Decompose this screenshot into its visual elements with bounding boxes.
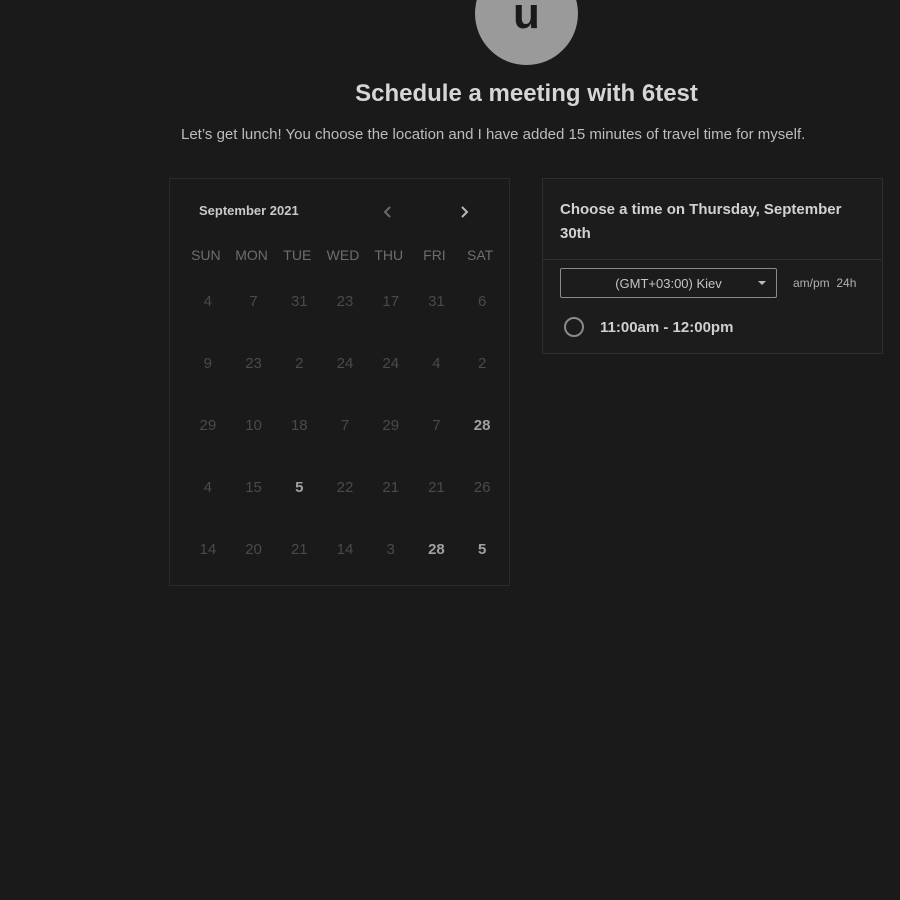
- calendar-day: 7: [340, 417, 350, 434]
- weekday-label: MON: [235, 247, 268, 263]
- calendar-day: 2: [477, 355, 487, 372]
- calendar-day: 21: [382, 479, 400, 496]
- calendar-day: 10: [245, 417, 262, 434]
- calendar-day: 21: [428, 479, 445, 496]
- avatar: u: [475, 0, 578, 65]
- calendar-day: 3: [386, 541, 395, 558]
- time-slot[interactable]: 11:00am - 12:00pm: [564, 317, 733, 337]
- timezone-select[interactable]: (GMT+03:00) Kiev: [560, 268, 777, 298]
- calendar-day: 29: [199, 417, 217, 434]
- calendar-day: 14: [336, 541, 354, 558]
- calendar-day: 14: [199, 541, 217, 558]
- calendar-day: 23: [245, 355, 262, 372]
- calendar-day: 4: [203, 479, 213, 496]
- calendar-day: 17: [382, 293, 400, 310]
- calendar-day: 7: [249, 293, 258, 310]
- calendar-day[interactable]: 5: [276, 477, 322, 539]
- calendar-day: 9: [203, 355, 213, 372]
- radio-button[interactable]: [564, 317, 584, 337]
- calendar-edge-mark: [509, 282, 510, 304]
- calendar-day: 20: [245, 541, 262, 558]
- format-24h-option[interactable]: 24h: [836, 276, 856, 290]
- calendar-day: 29: [382, 417, 400, 434]
- avatar-letter: u: [513, 0, 540, 38]
- time-format-toggle: am/pm 24h: [793, 276, 856, 290]
- calendar-edge-mark: [509, 511, 510, 533]
- calendar-edge-mark: [509, 451, 510, 473]
- chevron-right-icon[interactable]: [453, 201, 475, 223]
- calendar-day: 26: [473, 479, 491, 496]
- calendar-day: 22: [336, 479, 354, 496]
- weekday-label: THU: [374, 247, 404, 263]
- calendar-day: 7: [432, 417, 441, 434]
- scheduling-page: u Schedule a meeting with 6test Let’s ge…: [0, 0, 900, 900]
- calendar-day[interactable]: 5: [459, 539, 505, 601]
- weekday-label: SAT: [467, 247, 494, 263]
- chevron-left-icon[interactable]: [377, 201, 399, 223]
- weekday-label: TUE: [283, 247, 312, 263]
- calendar-day: 31: [428, 293, 445, 310]
- caret-down-icon: [758, 281, 766, 285]
- time-panel-heading: Choose a time on Thursday, September 30t…: [543, 179, 882, 260]
- weekday-label: FRI: [423, 247, 446, 263]
- calendar-day: 18: [290, 417, 308, 434]
- calendar-day: 4: [432, 355, 441, 372]
- calendar-day[interactable]: 28: [459, 415, 505, 477]
- calendar-day: 6: [477, 293, 487, 310]
- calendar-day[interactable]: 28: [414, 539, 460, 601]
- page-subtitle: Let’s get lunch! You choose the location…: [181, 126, 806, 143]
- calendar-day-grid: 4 7 31 23 17 31 6 9 23 2 24 24 4 2 29 10 18 7 29 7 28 4 15 5 22 2…: [185, 291, 505, 601]
- timezone-value: (GMT+03:00) Kiev: [615, 275, 722, 291]
- calendar-day: 15: [245, 479, 262, 496]
- weekday-label: WED: [326, 247, 360, 263]
- calendar: September 2021 SUN MON TUE WED THU FRI SAT 4 7 3…: [169, 178, 510, 586]
- calendar-edge-mark: [509, 343, 510, 365]
- calendar-day: 24: [382, 355, 400, 372]
- calendar-month-label: September 2021: [199, 203, 299, 218]
- time-slot-label: 11:00am - 12:00pm: [600, 318, 734, 336]
- calendar-day: 23: [336, 293, 354, 310]
- page-title: Schedule a meeting with 6test: [355, 80, 698, 107]
- calendar-edge-mark: [509, 387, 510, 409]
- calendar-day: 2: [295, 355, 304, 372]
- time-selection-panel: Choose a time on Thursday, September 30t…: [542, 178, 883, 354]
- weekday-header-row: SUN MON TUE WED THU FRI SAT: [183, 247, 503, 263]
- calendar-day: 4: [203, 293, 213, 310]
- calendar-day: 24: [336, 355, 354, 372]
- calendar-day: 21: [290, 541, 308, 558]
- format-ampm-option[interactable]: am/pm: [793, 276, 830, 290]
- weekday-label: SUN: [191, 247, 221, 263]
- calendar-day: 31: [290, 293, 308, 310]
